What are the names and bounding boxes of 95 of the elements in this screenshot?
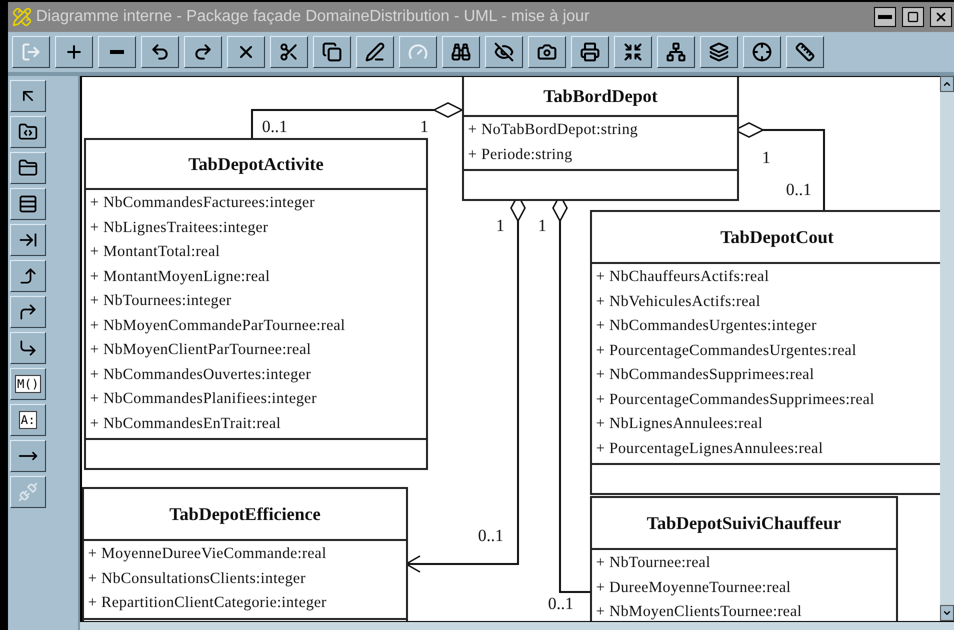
- scroll-up-button[interactable]: [940, 76, 954, 92]
- scroll-down-button[interactable]: [940, 605, 954, 621]
- class-box[interactable]: [84, 138, 428, 470]
- class-attribute: + MontantTotal:real: [90, 242, 222, 262]
- class-attribute: + NbChauffeursActifs:real: [596, 267, 770, 287]
- class-box[interactable]: [590, 210, 940, 495]
- class-attribute: + NbLignesTraitees:integer: [90, 218, 270, 238]
- delete-button[interactable]: [227, 36, 265, 68]
- binoculars-button[interactable]: [442, 36, 480, 68]
- maximize-icon: [907, 11, 919, 23]
- class-attribute: + NbConsultationsClients:integer: [88, 568, 307, 588]
- layers-button[interactable]: [700, 36, 738, 68]
- class-attribute: + RepartitionClientCategorie:integer: [88, 593, 328, 613]
- tool-button[interactable]: M(): [10, 368, 46, 400]
- multiplicity-label: 1: [496, 216, 504, 235]
- class-box[interactable]: TabDepotSuiviChauffeur + NbTournee:real + DureeMoyenneTournee:real + NbMoyenClientsTournee:real: [590, 496, 898, 621]
- class-attribute: + NbMoyenCommandeParTournee:real: [90, 316, 346, 336]
- camera-button[interactable]: [528, 36, 566, 68]
- class-attribute: + NbCommandesEnTrait:real: [90, 414, 282, 434]
- pointer-tool-button[interactable]: [10, 80, 46, 112]
- class-attribute: + NbCommandesFacturees:integer: [90, 193, 316, 213]
- multiplicity-label: 0..1: [548, 594, 574, 613]
- gauge-icon: [408, 42, 428, 62]
- arrange-button[interactable]: [614, 36, 652, 68]
- ruler-button[interactable]: [786, 36, 824, 68]
- class-attribute: + NbTournees:integer: [90, 291, 232, 311]
- binoculars-icon: [451, 42, 471, 62]
- pen-button[interactable]: [356, 36, 394, 68]
- copy-icon: [322, 42, 342, 62]
- copy-button[interactable]: [313, 36, 351, 68]
- class-attribute: + DureeMoyenneTournee:real: [596, 578, 792, 598]
- class-attribute: + PourcentageLignesAnnulees:real: [596, 438, 824, 458]
- scissors-button[interactable]: [270, 36, 308, 68]
- class-attribute: + NbCommandesPlanifiees:integer: [90, 389, 318, 409]
- minus-icon: [110, 50, 124, 54]
- camera-icon: [537, 42, 557, 62]
- package-icon: [18, 122, 38, 142]
- class-attribute: + NbVehiculesActifs:real: [596, 292, 762, 312]
- class-tool-button[interactable]: [10, 188, 46, 220]
- pen-icon: [365, 42, 385, 62]
- multiplicity-label: 1: [538, 216, 546, 235]
- vertical-scrollbar[interactable]: [940, 76, 954, 621]
- class-attribute: + NbCommandesSupprimees:real: [596, 365, 816, 385]
- tree-icon: [666, 42, 686, 62]
- tree-button[interactable]: [657, 36, 695, 68]
- multiplicity-label: 0..1: [262, 117, 288, 136]
- minimize-button[interactable]: [874, 7, 896, 27]
- class-name: TabDepotSuiviChauffeur: [592, 498, 896, 550]
- multiplicity-label: 0..1: [786, 180, 812, 199]
- package-tool-button[interactable]: [10, 116, 46, 148]
- printer-button[interactable]: [571, 36, 609, 68]
- class-attribute: + MontantMoyenLigne:real: [90, 266, 271, 286]
- class-attribute: + Periode:string: [468, 144, 574, 164]
- redo-icon: [193, 42, 213, 62]
- minus-button[interactable]: [98, 36, 136, 68]
- class-attribute: + NbCommandesUrgentes:integer: [596, 316, 818, 336]
- class-attribute: + PourcentageCommandesSupprimees:real: [596, 390, 876, 410]
- class-name: TabDepotEfficience: [84, 489, 406, 541]
- scissors-icon: [279, 42, 299, 62]
- app-icon: [12, 7, 32, 27]
- ruler-icon: [795, 42, 815, 62]
- minimize-icon: [878, 15, 892, 19]
- class-attribute: + NbLignesAnnulees:real: [596, 414, 764, 434]
- class-attribute: + NbTournee:real: [596, 553, 712, 573]
- horizontal-scrollbar[interactable]: [80, 621, 954, 630]
- multiplicity-label: 1: [762, 148, 770, 167]
- tool-button[interactable]: A:: [10, 404, 46, 436]
- redo-button[interactable]: [184, 36, 222, 68]
- window-title: Diagramme interne - Package façade DomaineDistribution - UML - mise à jour: [36, 8, 590, 26]
- class-name: TabDepotActivite: [86, 140, 426, 190]
- printer-icon: [580, 42, 600, 62]
- class-attribute: + NbCommandesOuvertes:integer: [90, 364, 312, 384]
- arrow-tool-button[interactable]: [10, 440, 46, 472]
- class-attribute: + MoyenneDureeVieCommande:real: [88, 544, 328, 564]
- class-box[interactable]: TabDepotEfficience + MoyenneDureeVieCommande:real + NbConsultationsClients:integer + RepartitionClientCategorie:integer: [82, 487, 408, 621]
- class-box[interactable]: TabBordDepot + NoTabBordDepot:string + Periode:string: [462, 77, 739, 201]
- layers-icon: [709, 42, 729, 62]
- arrange-icon: [623, 42, 643, 62]
- multiplicity-label: 1: [420, 117, 428, 136]
- class-attribute: + NbMoyenClientParTournee:real: [90, 340, 312, 360]
- undo-icon: [150, 42, 170, 62]
- maximize-button[interactable]: [902, 7, 924, 27]
- close-button[interactable]: [930, 7, 952, 27]
- multiplicity-label: 0..1: [478, 526, 504, 545]
- class-icon: [18, 194, 38, 214]
- class-attribute: + PourcentageCommandesUrgentes:real: [596, 340, 858, 360]
- class-attribute: + NbMoyenClientsTournee:real: [596, 602, 803, 621]
- crosshair-icon: [752, 42, 772, 62]
- undo-button[interactable]: [141, 36, 179, 68]
- close-icon: [934, 10, 948, 24]
- crosshair-button[interactable]: [743, 36, 781, 68]
- exit-icon: [21, 42, 41, 62]
- class-name: TabBordDepot: [464, 77, 737, 117]
- class-attribute: + NoTabBordDepot:string: [468, 120, 639, 140]
- plus-button[interactable]: [55, 36, 93, 68]
